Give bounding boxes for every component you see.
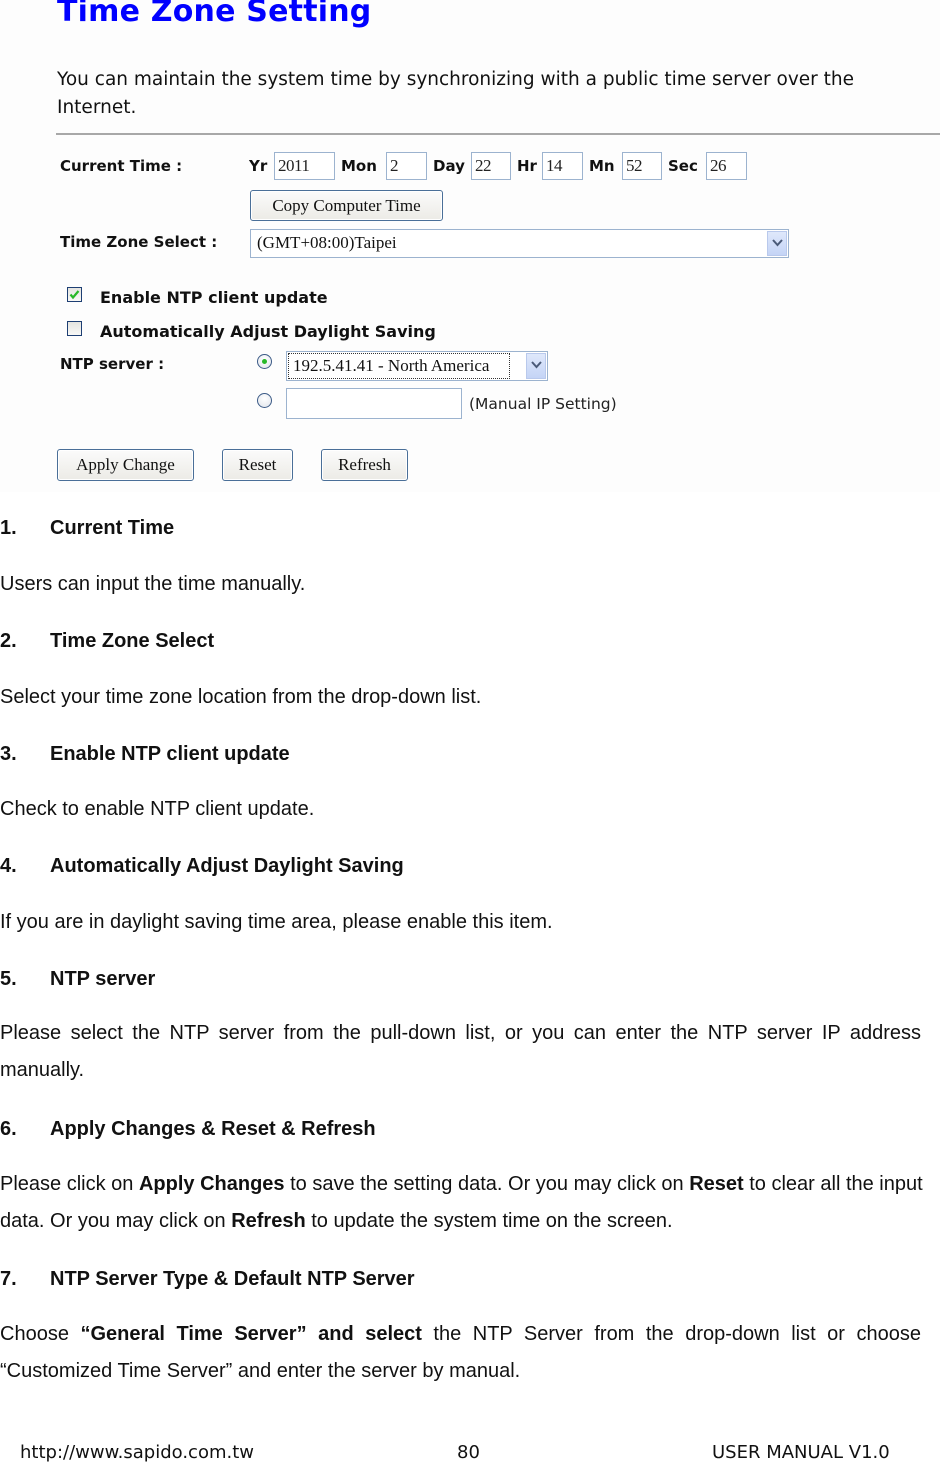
section-heading-1: 1. Current Time [0,517,175,539]
section-text-3: Check to enable NTP client update. [0,798,315,820]
page-title: Time Zone Setting [57,0,372,29]
section-text-2: Select your time zone location from the … [0,686,482,708]
section-text-4: If you are in daylight saving time area,… [0,911,553,933]
apply-change-button[interactable]: Apply Change [57,449,194,481]
ntp-server-label: NTP server : [60,355,165,373]
general-time-server-emphasis: “General Time Server” and select [80,1323,422,1345]
year-input[interactable]: 2011 [274,152,335,180]
manual-ip-note: (Manual IP Setting) [469,395,617,413]
section-text-1: Users can input the time manually. [0,573,306,595]
ntp-manual-ip-input[interactable] [286,388,462,419]
ntp-preset-radio[interactable] [257,354,272,369]
minute-label: Mn [589,157,615,175]
hour-label: Hr [517,157,537,175]
section-heading-3: 3. Enable NTP client update [0,743,290,765]
time-zone-select[interactable]: (GMT+08:00)Taipei [250,229,789,258]
chevron-down-icon[interactable] [767,231,787,256]
second-input[interactable]: 26 [706,152,747,180]
daylight-saving-label: Automatically Adjust Daylight Saving [100,322,436,341]
section-heading-5: 5. NTP server [0,968,156,990]
enable-ntp-checkbox[interactable] [67,287,82,302]
apply-changes-emphasis: Apply Changes [138,1173,285,1195]
second-label: Sec [668,157,698,175]
refresh-button[interactable]: Refresh [321,449,408,481]
copy-computer-time-button[interactable]: Copy Computer Time [250,190,443,221]
ntp-manual-radio[interactable] [257,393,272,408]
reset-emphasis: Reset [689,1173,744,1195]
time-zone-value: (GMT+08:00)Taipei [257,233,397,252]
section-heading-2: 2. Time Zone Select [0,630,215,652]
section-heading-4: 4. Automatically Adjust Daylight Saving [0,855,404,877]
section-text-7: Choose “General Time Server” and select … [0,1323,921,1382]
reset-button[interactable]: Reset [222,449,293,481]
section-heading-7: 7. NTP Server Type & Default NTP Server [0,1268,415,1290]
month-label: Mon [341,157,377,175]
checkmark-icon [69,290,80,300]
day-label: Day [433,157,465,175]
year-label: Yr [249,157,268,175]
hour-input[interactable]: 14 [542,152,583,180]
time-zone-setting-screenshot: Time Zone Setting You can maintain the s… [0,0,940,492]
ntp-server-value: 192.5.41.41 - North America [288,353,510,379]
section-text-5: Please select the NTP server from the pu… [0,1022,921,1081]
section-heading-6: 6. Apply Changes & Reset & Refresh [0,1118,376,1140]
month-input[interactable]: 2 [386,152,427,180]
footer-url: http://www.sapido.com.tw [20,1442,254,1463]
current-time-label: Current Time : [60,157,183,175]
chevron-down-icon[interactable] [526,353,546,379]
footer-page-number: 80 [457,1442,480,1463]
day-input[interactable]: 22 [471,152,511,180]
footer-manual-version: USER MANUAL V1.0 [712,1442,890,1463]
refresh-emphasis: Refresh [231,1210,306,1232]
time-zone-label: Time Zone Select : [60,233,218,251]
section-text-6: Please click on Apply Changes to save th… [0,1173,923,1232]
divider [56,133,940,135]
minute-input[interactable]: 52 [622,152,662,180]
page-description: You can maintain the system time by sync… [57,69,854,118]
enable-ntp-label: Enable NTP client update [100,288,328,307]
daylight-saving-checkbox[interactable] [67,321,82,336]
ntp-server-select[interactable]: 192.5.41.41 - North America [286,351,548,381]
radio-selected-dot [262,359,267,364]
